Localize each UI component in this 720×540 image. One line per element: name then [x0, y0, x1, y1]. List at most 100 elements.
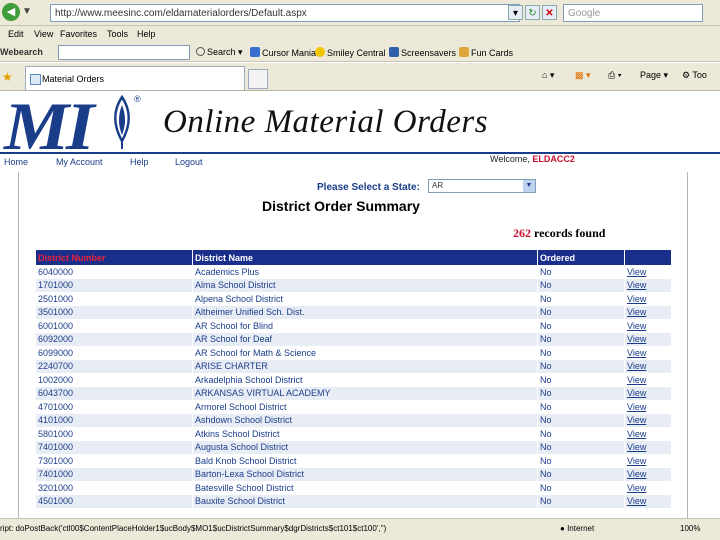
- chevron-down-icon[interactable]: ▼: [523, 180, 535, 192]
- view-link[interactable]: View: [627, 496, 646, 506]
- table-header-row: District Number District Name Ordered: [36, 250, 672, 265]
- view-link[interactable]: View: [627, 375, 646, 385]
- view-link[interactable]: View: [627, 469, 646, 479]
- table-row: 6043700 ARKANSAS VIRTUAL ACADEMY No View: [36, 386, 672, 400]
- header-district-name[interactable]: District Name: [192, 250, 538, 265]
- address-input[interactable]: http://www.meesinc.com/eldamaterialorder…: [50, 4, 520, 22]
- toolbar-fun-cards[interactable]: Fun Cards: [459, 47, 513, 58]
- summary-title: District Order Summary: [262, 198, 420, 214]
- cell-district-name: Alma School District: [192, 278, 538, 292]
- nav-my-account-link[interactable]: My Account: [56, 157, 103, 167]
- menu-edit[interactable]: Edit: [8, 29, 24, 39]
- cell-district-number: 7401000: [36, 440, 193, 454]
- cell-district-number: 6099000: [36, 346, 193, 360]
- table-row: 2240700 ARISE CHARTER No View: [36, 359, 672, 373]
- cell-district-number: 5801000: [36, 427, 193, 441]
- view-link[interactable]: View: [627, 294, 646, 304]
- tools-menu[interactable]: ⚙ Too: [682, 70, 707, 81]
- home-icon[interactable]: ⌂ ▾: [542, 70, 554, 81]
- cell-action: View: [624, 481, 672, 495]
- view-link[interactable]: View: [627, 348, 646, 358]
- print-icon[interactable]: ⎙ ▾: [608, 70, 621, 81]
- cell-action: View: [624, 427, 672, 441]
- cell-ordered: No: [537, 265, 625, 279]
- cell-ordered: No: [537, 481, 625, 495]
- cell-district-number: 3501000: [36, 305, 193, 319]
- cell-ordered: No: [537, 494, 625, 508]
- cell-district-name: Ashdown School District: [192, 413, 538, 427]
- view-link[interactable]: View: [627, 429, 646, 439]
- cell-district-number: 6040000: [36, 265, 193, 279]
- new-tab-button[interactable]: [248, 69, 268, 89]
- toolbar-smiley-central[interactable]: Smiley Central: [315, 47, 386, 58]
- table-row: 7401000 Barton-Lexa School District No View: [36, 467, 672, 481]
- cell-district-number: 4701000: [36, 400, 193, 414]
- view-link[interactable]: View: [627, 402, 646, 412]
- nav-help-link[interactable]: Help: [130, 157, 149, 167]
- view-link[interactable]: View: [627, 321, 646, 331]
- cell-action: View: [624, 440, 672, 454]
- cell-action: View: [624, 467, 672, 481]
- view-link[interactable]: View: [627, 388, 646, 398]
- cell-district-number: 6043700: [36, 386, 193, 400]
- cursor-icon: [250, 47, 260, 57]
- cell-district-name: Alpena School District: [192, 292, 538, 306]
- toolbar-screensavers[interactable]: Screensavers: [389, 47, 456, 58]
- header-ordered[interactable]: Ordered: [537, 250, 625, 265]
- cell-ordered: No: [537, 454, 625, 468]
- dropdown-arrow-icon[interactable]: ▼: [22, 6, 32, 17]
- view-link[interactable]: View: [627, 280, 646, 290]
- toolbar-cursor-mania[interactable]: Cursor Mania: [250, 47, 316, 58]
- page-title: Online Material Orders: [163, 104, 489, 140]
- cell-district-name: Augusta School District: [192, 440, 538, 454]
- menu-tools[interactable]: Tools: [107, 29, 128, 39]
- mi-logo: MI: [4, 92, 95, 164]
- menu-help[interactable]: Help: [137, 29, 156, 39]
- view-link[interactable]: View: [627, 456, 646, 466]
- status-zoom[interactable]: 100%: [680, 524, 700, 533]
- tab-material-orders[interactable]: Material Orders: [25, 66, 245, 90]
- view-link[interactable]: View: [627, 361, 646, 371]
- cell-action: View: [624, 400, 672, 414]
- screensaver-icon: [389, 47, 399, 57]
- cell-action: View: [624, 292, 672, 306]
- cell-ordered: No: [537, 427, 625, 441]
- google-search-input[interactable]: Google: [563, 4, 703, 22]
- cell-district-number: 6001000: [36, 319, 193, 333]
- toolbar-brand: Webearch: [0, 47, 43, 57]
- table-row: 3201000 Batesville School District No View: [36, 481, 672, 495]
- back-arrow-icon[interactable]: ◀: [2, 3, 20, 21]
- page-menu[interactable]: Page ▾: [640, 70, 668, 81]
- fountain-pen-icon: [114, 95, 130, 149]
- view-link[interactable]: View: [627, 415, 646, 425]
- nav-logout-link[interactable]: Logout: [175, 157, 203, 167]
- table-row: 3501000 Altheimer Unified Sch. Dist. No Vie…: [36, 305, 672, 319]
- view-link[interactable]: View: [627, 267, 646, 277]
- card-icon: [459, 47, 469, 57]
- cell-district-name: Atkins School District: [192, 427, 538, 441]
- cell-district-name: Batesville School District: [192, 481, 538, 495]
- favorites-star-icon[interactable]: ★: [2, 70, 13, 84]
- header-district-number[interactable]: District Number: [36, 250, 193, 265]
- view-link[interactable]: View: [627, 307, 646, 317]
- nav-home-link[interactable]: Home: [4, 157, 28, 167]
- stop-icon[interactable]: ✕: [542, 5, 557, 20]
- view-link[interactable]: View: [627, 442, 646, 452]
- menu-favorites[interactable]: Favorites: [60, 29, 97, 39]
- menu-view[interactable]: View: [34, 29, 53, 39]
- tab-bar: ★ Material Orders ⌂ ▾ ▩ ▾ ⎙ ▾ Page ▾ ⚙ T…: [0, 63, 720, 91]
- smiley-icon: [315, 47, 325, 57]
- toolbar-search-button[interactable]: Search ▾: [196, 47, 243, 58]
- refresh-icon[interactable]: ↻: [525, 5, 540, 20]
- status-zone: ● Internet: [560, 524, 595, 533]
- feeds-icon[interactable]: ▩ ▾: [575, 70, 591, 81]
- cell-action: View: [624, 373, 672, 387]
- tools-gear-icon: ⚙: [682, 70, 691, 80]
- cell-action: View: [624, 319, 672, 333]
- view-link[interactable]: View: [627, 483, 646, 493]
- view-link[interactable]: View: [627, 334, 646, 344]
- address-dropdown-icon[interactable]: ▾: [508, 5, 523, 20]
- toolbar-search-input[interactable]: [58, 45, 190, 60]
- state-select[interactable]: AR ▼: [428, 179, 536, 193]
- cell-ordered: No: [537, 359, 625, 373]
